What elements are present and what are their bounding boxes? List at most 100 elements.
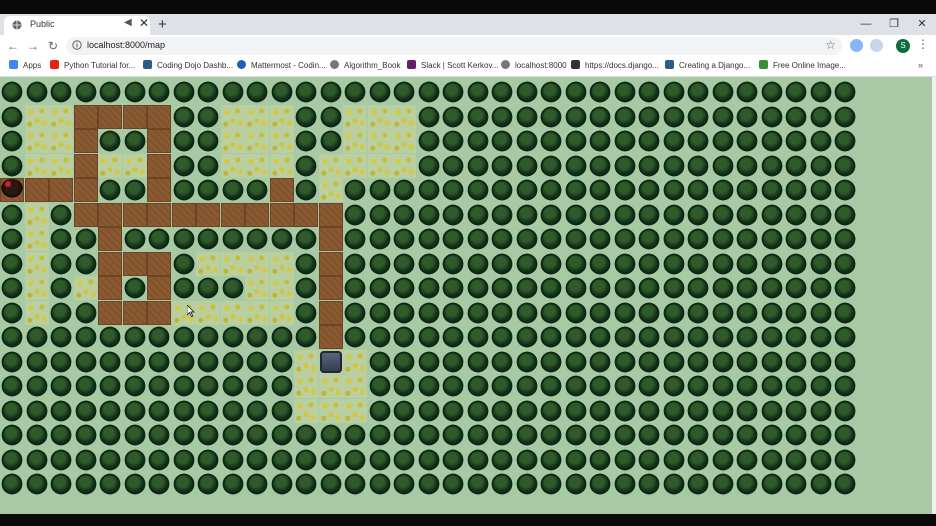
bookmark-creating-django[interactable]: Creating a Django... — [665, 60, 750, 73]
tree-tile — [589, 155, 611, 177]
bookmark-apps[interactable]: Apps — [9, 60, 41, 73]
tree-tile — [320, 449, 342, 471]
tree-tile — [442, 326, 464, 348]
minimize-button[interactable]: — — [852, 14, 880, 35]
path-tile — [172, 203, 196, 227]
tree-tile — [565, 253, 587, 275]
tree-tile — [712, 81, 734, 103]
tree-tile — [124, 179, 146, 201]
tree-tile — [442, 473, 464, 495]
scrollbar[interactable] — [932, 77, 936, 514]
tab-close-icon[interactable]: ✕ — [139, 16, 149, 30]
tree-tile — [1, 204, 23, 226]
tree-tile — [491, 473, 513, 495]
extension-icon[interactable] — [850, 39, 863, 52]
tree-tile — [614, 155, 636, 177]
tree-tile — [173, 179, 195, 201]
tree-tile — [197, 130, 219, 152]
tree-tile — [418, 155, 440, 177]
tree-tile — [614, 473, 636, 495]
new-tab-button[interactable]: + — [158, 14, 167, 35]
tree-tile — [344, 326, 366, 348]
game-viewport[interactable] — [0, 77, 932, 514]
browser-toolbar: ← → ↻ localhost:8000/map ☆ S ⋮ — [0, 35, 936, 57]
grass-tile — [392, 129, 416, 153]
grass-tile — [270, 105, 294, 129]
tree-tile — [271, 326, 293, 348]
tree-tile — [50, 228, 72, 250]
tree-tile — [712, 351, 734, 373]
tree-tile — [638, 277, 660, 299]
tree-tile — [467, 81, 489, 103]
tree-tile — [712, 130, 734, 152]
tree-tile — [148, 351, 170, 373]
tab-public[interactable]: Public ◀ ✕ — [4, 16, 150, 35]
forward-button[interactable]: → — [24, 37, 42, 55]
tree-tile — [834, 449, 856, 471]
restore-button[interactable]: ❐ — [880, 14, 908, 35]
info-icon[interactable] — [72, 40, 82, 50]
tree-tile — [565, 81, 587, 103]
bookmark-mattermost[interactable]: Mattermost - Codin... — [237, 60, 326, 73]
bookmark-algorithm-book[interactable]: Algorithm_Book — [330, 60, 400, 73]
back-button[interactable]: ← — [4, 37, 22, 55]
tree-tile — [295, 106, 317, 128]
tree-tile — [197, 400, 219, 422]
tree-tile — [320, 106, 342, 128]
tree-tile — [834, 400, 856, 422]
tree-tile — [540, 449, 562, 471]
kebab-menu-icon[interactable]: ⋮ — [917, 37, 929, 51]
grass-tile — [319, 178, 343, 202]
tree-tile — [614, 326, 636, 348]
tree-tile — [344, 302, 366, 324]
tree-tile — [467, 449, 489, 471]
grass-tile — [49, 105, 73, 129]
tree-tile — [99, 179, 121, 201]
bookmark-free-online-image[interactable]: Free Online Image... — [759, 60, 846, 73]
tree-tile — [197, 81, 219, 103]
tree-tile — [222, 375, 244, 397]
path-tile — [123, 252, 147, 276]
bookmark-coding-dojo[interactable]: Coding Dojo Dashb... — [143, 60, 233, 73]
tree-tile — [614, 253, 636, 275]
url-text[interactable]: localhost:8000/map — [87, 40, 165, 50]
bookmark-django-docs[interactable]: https://docs.django... — [571, 60, 659, 73]
tree-tile — [442, 400, 464, 422]
tree-tile — [418, 277, 440, 299]
grass-tile — [74, 276, 98, 300]
tree-tile — [173, 155, 195, 177]
tree-tile — [393, 473, 415, 495]
tree-tile — [736, 351, 758, 373]
close-window-button[interactable]: ✕ — [908, 14, 936, 35]
bookmark-slack[interactable]: Slack | Scott Kerkov... — [407, 60, 499, 73]
address-bar[interactable]: localhost:8000/map ☆ — [66, 37, 842, 55]
tree-tile — [761, 106, 783, 128]
speaker-muted-icon[interactable]: ◀ — [124, 17, 132, 28]
tree-tile — [418, 326, 440, 348]
monster-sprite[interactable] — [320, 351, 342, 373]
tree-tile — [540, 253, 562, 275]
extension-icon-2[interactable] — [870, 39, 883, 52]
tree-tile — [99, 400, 121, 422]
profile-avatar[interactable]: S — [896, 39, 910, 53]
bookmark-python-tutorial[interactable]: Python Tutorial for... — [50, 60, 135, 73]
path-tile — [221, 203, 245, 227]
tree-tile — [75, 449, 97, 471]
bookmark-localhost[interactable]: localhost:8000 — [501, 60, 567, 73]
bookmark-label: Mattermost - Codin... — [251, 61, 326, 70]
tree-tile — [761, 179, 783, 201]
tree-tile — [1, 326, 23, 348]
player-sprite[interactable] — [1, 179, 23, 201]
coding-dojo-icon — [143, 60, 152, 69]
bookmark-star-icon[interactable]: ☆ — [825, 38, 836, 52]
tree-tile — [736, 326, 758, 348]
grass-tile — [25, 276, 49, 300]
tree-tile — [418, 228, 440, 250]
grass-tile — [343, 350, 367, 374]
tree-tile — [516, 424, 538, 446]
tree-tile — [369, 179, 391, 201]
more-bookmarks-icon[interactable]: » — [918, 60, 923, 70]
tree-tile — [565, 351, 587, 373]
tree-tile — [197, 375, 219, 397]
reload-button[interactable]: ↻ — [44, 37, 62, 55]
